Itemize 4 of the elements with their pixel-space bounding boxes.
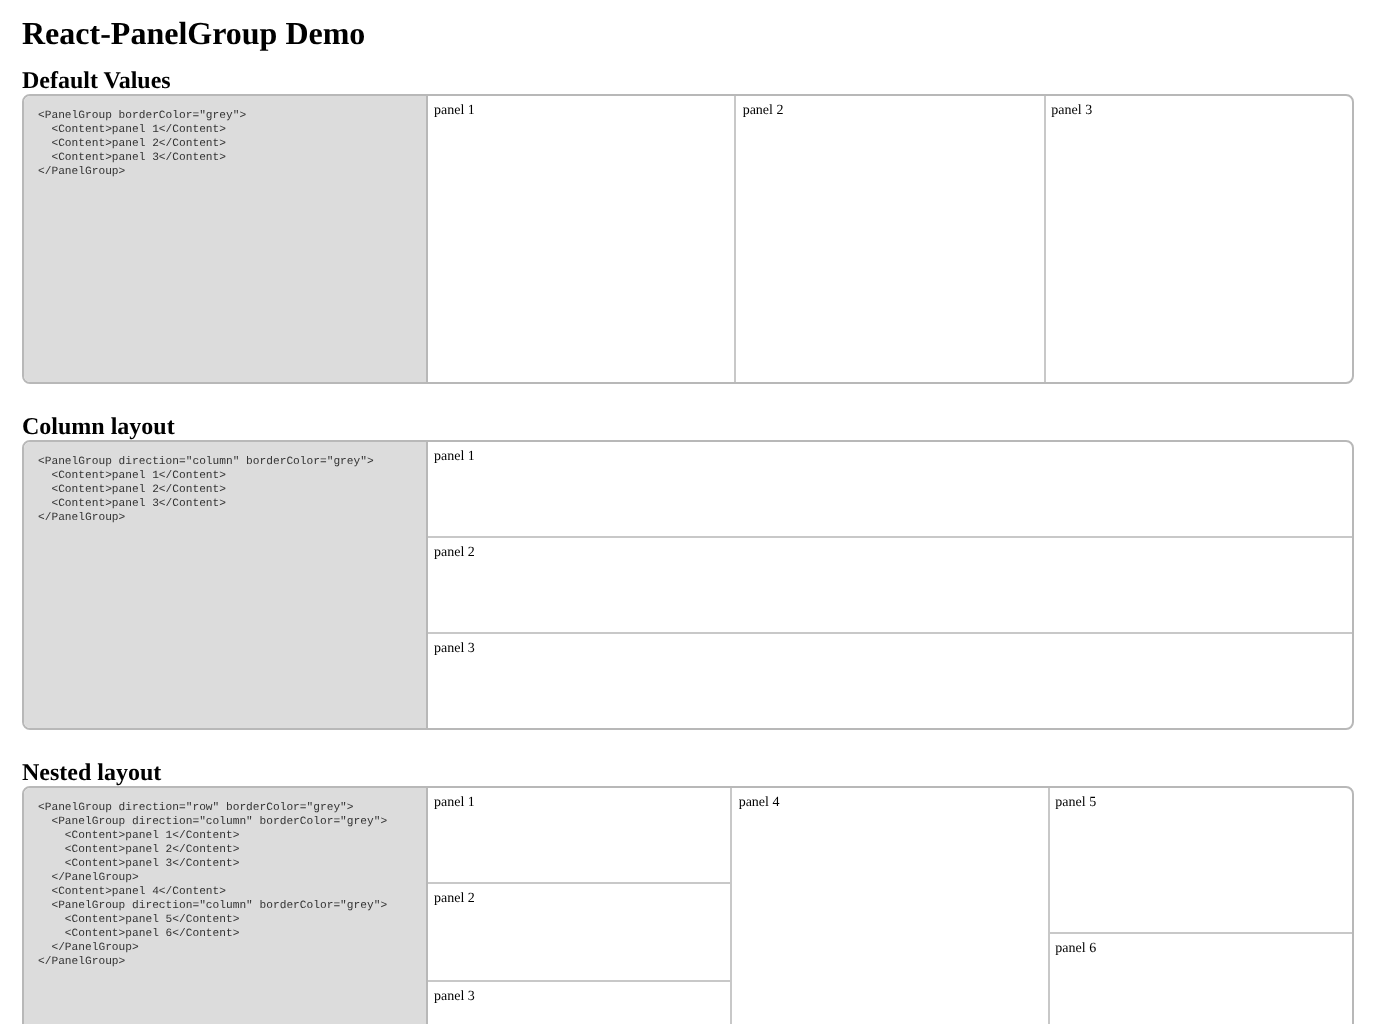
section-heading: Column layout <box>22 410 177 440</box>
page-title: React-PanelGroup Demo <box>22 16 368 54</box>
section-heading: Nested layout <box>22 756 164 786</box>
section-heading: Default Values <box>22 64 173 94</box>
